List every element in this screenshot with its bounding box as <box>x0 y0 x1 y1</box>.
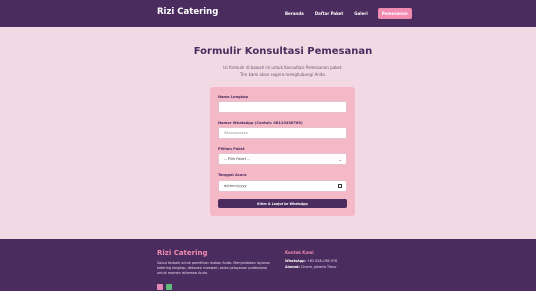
page-subtitle: Isi formulir di bawah ini untuk Konsulta… <box>195 65 371 78</box>
nav-links: Beranda Daftar Paket Galeri Pemesanan <box>285 8 412 19</box>
date-input-value: dd/mm/yyyy <box>224 184 247 188</box>
chevron-down-icon: ⌄ <box>338 157 342 162</box>
footer: Rizi Catering Solusi terbaik untuk pemil… <box>0 239 536 291</box>
footer-whatsapp-value: +62 818-198-976 <box>307 259 338 263</box>
footer-whatsapp-label: WhatsApp: <box>285 259 306 263</box>
name-label: Nama Lengkap <box>218 95 249 99</box>
package-select[interactable]: -- Pilih Paket -- ⌄ <box>218 153 347 165</box>
footer-brand: Rizi Catering <box>157 249 208 257</box>
submit-whatsapp-button[interactable]: Kirim & Lanjut ke WhatsApp <box>218 199 347 208</box>
nav-link-pemesanan[interactable]: Pemesanan <box>377 8 412 19</box>
whatsapp-input[interactable]: 08xxxxxxxxx <box>218 127 347 139</box>
nav-link-beranda[interactable]: Beranda <box>285 11 304 16</box>
page-subtitle-line-2: Tim kami akan segera menghubungi Anda. <box>239 71 326 77</box>
order-form-card: Nama Lengkap Nomor WhatsApp (Contoh: 081… <box>210 87 355 216</box>
date-input[interactable]: dd/mm/yyyy <box>218 180 347 192</box>
whatsapp-label: Nomor WhatsApp (Contoh: 08123456789) <box>218 121 303 125</box>
calendar-icon[interactable] <box>338 184 342 188</box>
nav-link-galeri[interactable]: Galeri <box>354 11 367 16</box>
package-label: Pilihan Paket <box>218 147 245 151</box>
instagram-icon[interactable] <box>157 284 163 290</box>
navbar: Rizi Catering Beranda Daftar Paket Galer… <box>0 0 536 27</box>
date-label: Tanggal Acara <box>218 173 247 177</box>
package-select-value: -- Pilih Paket -- <box>224 157 250 161</box>
footer-address-label: Alamat: <box>285 265 300 269</box>
whatsapp-icon[interactable] <box>166 284 172 290</box>
name-input[interactable] <box>218 101 347 113</box>
brand-logo[interactable]: Rizi Catering <box>157 7 218 17</box>
footer-whatsapp: WhatsApp: +62 818-198-976 <box>285 259 337 263</box>
footer-contact-title: Kontak Kami <box>285 250 314 255</box>
footer-description: Solusi terbaik untuk pemilihan makan And… <box>157 261 271 275</box>
footer-address: Alamat: Cinere, Jakarta Timur <box>285 265 337 269</box>
footer-address-value: Cinere, Jakarta Timur <box>300 265 337 269</box>
page-title: Formulir Konsultasi Pemesanan <box>193 46 373 57</box>
nav-link-daftar-paket[interactable]: Daftar Paket <box>315 11 343 16</box>
